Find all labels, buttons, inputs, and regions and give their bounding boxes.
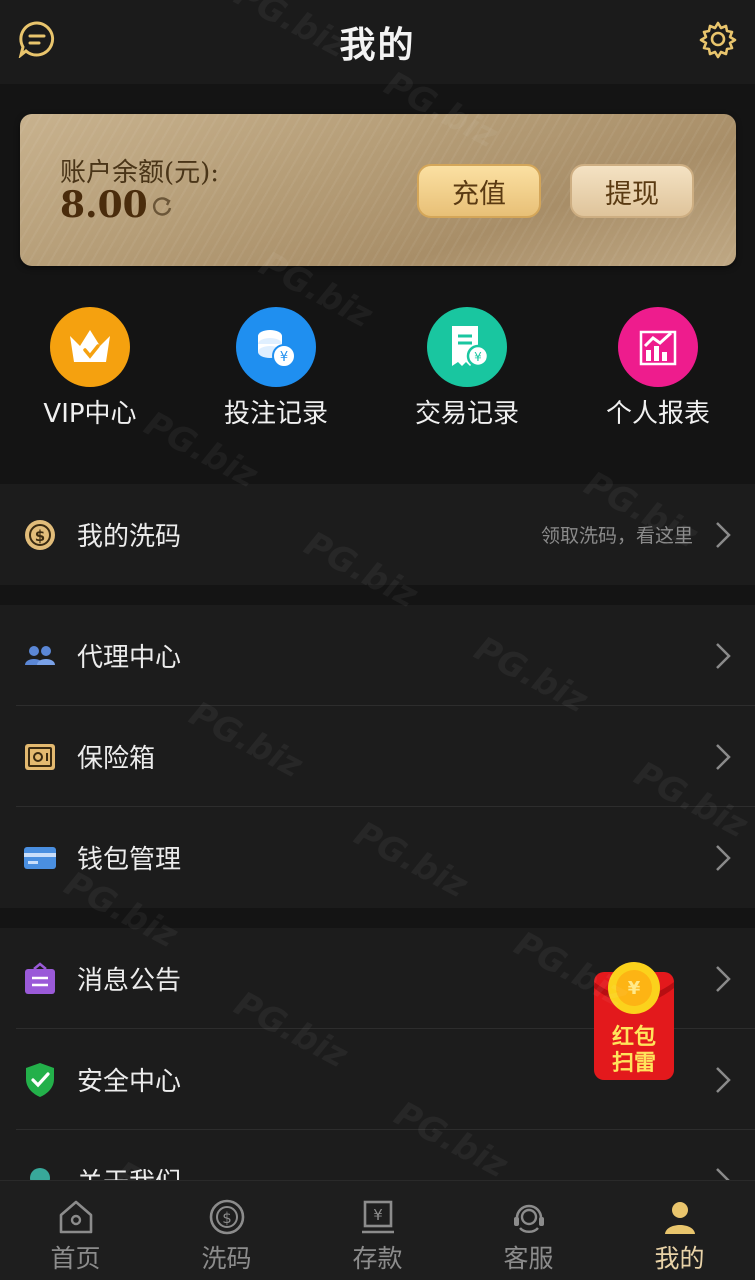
svg-text:¥: ¥ <box>474 350 482 364</box>
menu-label: 我的洗码 <box>77 522 182 552</box>
wash-hint: 领取洗码，看这里 <box>540 525 693 547</box>
quick-transaction-records[interactable]: ¥ 交易记录 <box>382 307 552 430</box>
tab-label: 客服 <box>503 1244 554 1273</box>
menu-label: 代理中心 <box>77 643 182 673</box>
chat-bubble-icon[interactable] <box>16 18 58 60</box>
svg-text:¥: ¥ <box>373 1206 383 1224</box>
svg-text:$: $ <box>35 527 45 545</box>
tab-label: 首页 <box>50 1244 101 1273</box>
tab-profile[interactable]: 我的 <box>604 1181 755 1280</box>
tab-label: 洗码 <box>201 1244 252 1273</box>
gear-icon[interactable] <box>697 18 739 60</box>
chevron-right-icon <box>716 1066 731 1093</box>
balance-value: 8.00 <box>60 184 148 226</box>
chevron-right-icon <box>716 965 731 992</box>
menu-label: 钱包管理 <box>77 845 182 875</box>
chevron-right-icon <box>716 1167 731 1180</box>
menu-label: 关于我们 <box>77 1162 181 1180</box>
menu-label: 安全中心 <box>77 1067 182 1097</box>
quick-menu: VIP中心 ¥ 投注记录 ¥ 交易记录 个人报表 <box>0 292 755 464</box>
notice-board-icon <box>22 961 58 997</box>
bottom-tab-bar: 首页 $ 洗码 ¥ 存款 客服 我的 <box>0 1180 755 1280</box>
svg-text:$: $ <box>222 1209 232 1227</box>
menu-section-account: 代理中心 保险箱 钱包管理 <box>0 605 755 908</box>
svg-text:¥: ¥ <box>280 350 288 365</box>
deposit-icon: ¥ <box>358 1197 398 1237</box>
dollar-coin-icon: $ <box>22 517 58 553</box>
crown-icon <box>50 307 130 387</box>
red-packet-line1: 红包 <box>612 1024 656 1050</box>
red-packet-line2: 扫雷 <box>612 1051 656 1076</box>
quick-label: VIP中心 <box>43 399 137 429</box>
red-packet-minesweeper-button[interactable]: ¥ 红包 扫雷 <box>592 958 676 1082</box>
home-icon <box>56 1197 96 1237</box>
page-title: 我的 <box>339 25 416 66</box>
tab-deposit[interactable]: ¥ 存款 <box>302 1181 453 1280</box>
quick-label: 投注记录 <box>223 399 328 429</box>
chart-icon <box>618 307 698 387</box>
quick-label: 个人报表 <box>605 399 710 429</box>
quick-personal-report[interactable]: 个人报表 <box>573 307 743 430</box>
card-icon <box>22 840 58 876</box>
user-icon <box>660 1197 700 1237</box>
tab-label: 我的 <box>654 1244 705 1273</box>
withdraw-button[interactable]: 提现 <box>570 164 694 218</box>
tab-customer-service[interactable]: 客服 <box>453 1181 604 1280</box>
chevron-right-icon <box>716 521 731 548</box>
shield-check-icon <box>22 1062 58 1098</box>
menu-item-wash[interactable]: $ 我的洗码 领取洗码，看这里 <box>0 484 755 585</box>
balance-card: 账户余额(元): 8.00 充值 提现 <box>20 114 736 266</box>
safe-icon <box>22 739 58 775</box>
quick-bet-records[interactable]: ¥ 投注记录 <box>191 307 361 430</box>
quick-label: 交易记录 <box>414 399 519 429</box>
users-icon <box>22 638 58 674</box>
refresh-icon[interactable] <box>150 194 174 218</box>
coins-icon: ¥ <box>236 307 316 387</box>
chevron-right-icon <box>716 642 731 669</box>
quick-vip-center[interactable]: VIP中心 <box>5 307 175 430</box>
chevron-right-icon <box>716 844 731 871</box>
tab-home[interactable]: 首页 <box>0 1181 151 1280</box>
receipt-icon: ¥ <box>427 307 507 387</box>
chevron-right-icon <box>716 743 731 770</box>
menu-label: 消息公告 <box>77 966 182 996</box>
about-icon <box>22 1163 58 1180</box>
tab-label: 存款 <box>352 1244 403 1273</box>
menu-section-wash: $ 我的洗码 领取洗码，看这里 <box>0 484 755 585</box>
tab-wash[interactable]: $ 洗码 <box>151 1181 302 1280</box>
menu-item-about-us[interactable]: 关于我们 <box>0 1130 755 1180</box>
menu-item-wallet[interactable]: 钱包管理 <box>0 807 755 908</box>
dollar-coin-icon: $ <box>207 1197 247 1237</box>
headset-icon <box>509 1197 549 1237</box>
menu-item-safe-box[interactable]: 保险箱 <box>0 706 755 807</box>
menu-item-agent-center[interactable]: 代理中心 <box>0 605 755 706</box>
app-root: 我的 账户余额(元): 8.00 充值 提现 VIP中心 ¥ 投注记录 ¥ 交易… <box>0 0 755 1280</box>
svg-text:¥: ¥ <box>628 978 641 999</box>
top-header: 我的 <box>0 0 755 84</box>
menu-label: 保险箱 <box>77 744 156 774</box>
recharge-button[interactable]: 充值 <box>417 164 541 218</box>
